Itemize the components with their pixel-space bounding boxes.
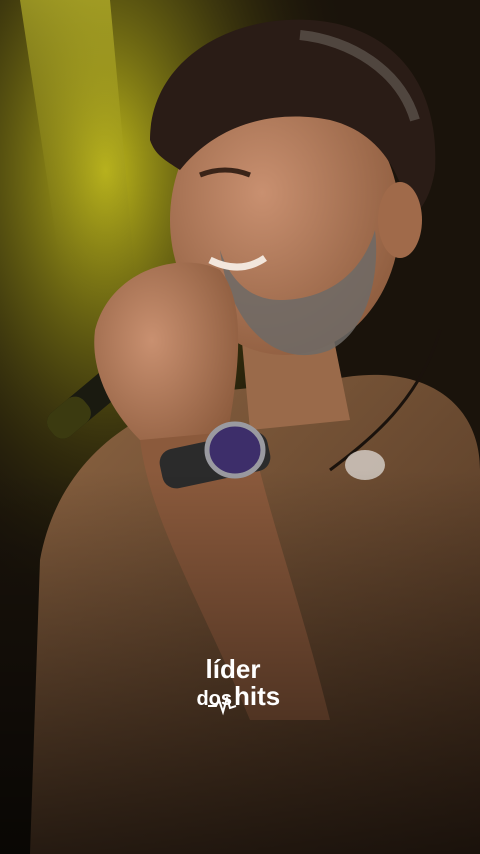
photo-scene: [0, 0, 480, 854]
logo-line2-right: hits: [234, 681, 280, 711]
vignette: [0, 0, 480, 854]
logo-line1: líder: [206, 654, 261, 684]
lider-dos-hits-logo: líder dos hits: [0, 650, 480, 720]
